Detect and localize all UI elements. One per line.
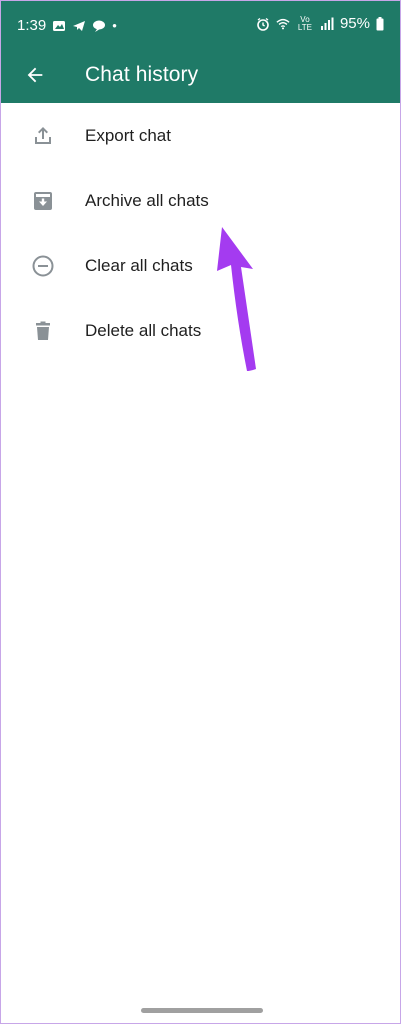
- signal-icon: [320, 17, 334, 30]
- menu-item-delete-all-chats[interactable]: Delete all chats: [1, 298, 400, 363]
- battery-icon: [376, 16, 384, 30]
- alarm-icon: [257, 17, 269, 31]
- page-title: Chat history: [85, 63, 199, 86]
- clear-icon: [31, 254, 55, 278]
- status-right: Vo LTE 95%: [256, 15, 384, 32]
- home-indicator[interactable]: [141, 1008, 263, 1013]
- status-dot: •: [112, 18, 117, 33]
- phone-screen: 1:39 • Vo LTE 95% Chat history Export ch…: [0, 0, 401, 1024]
- menu-item-label: Delete all chats: [85, 320, 202, 340]
- archive-icon: [31, 189, 55, 213]
- back-button[interactable]: [21, 61, 49, 89]
- menu-item-clear-all-chats[interactable]: Clear all chats: [1, 233, 400, 298]
- export-icon: [31, 124, 55, 148]
- status-time: 1:39: [17, 17, 47, 34]
- network-label: Vo LTE: [297, 14, 312, 32]
- status-bar: 1:39 • Vo LTE 95%: [1, 1, 400, 51]
- menu-item-label: Clear all chats: [85, 255, 193, 275]
- arrow-back-icon: [27, 67, 43, 83]
- menu-item-archive-all-chats[interactable]: Archive all chats: [1, 168, 400, 233]
- wifi-icon: [276, 18, 290, 29]
- menu-item-label: Archive all chats: [85, 190, 209, 210]
- chat-bubble-icon: [93, 20, 106, 32]
- app-toolbar: Chat history: [1, 51, 400, 103]
- status-left: 1:39 •: [17, 17, 117, 34]
- chat-history-menu: Export chat Archive all chats Clear all …: [1, 103, 400, 363]
- menu-item-export-chat[interactable]: Export chat: [1, 103, 400, 168]
- battery-percent: 95%: [339, 15, 370, 32]
- image-icon: [53, 20, 66, 31]
- telegram-icon: [73, 20, 86, 31]
- trash-icon: [31, 319, 55, 343]
- menu-item-label: Export chat: [85, 125, 171, 145]
